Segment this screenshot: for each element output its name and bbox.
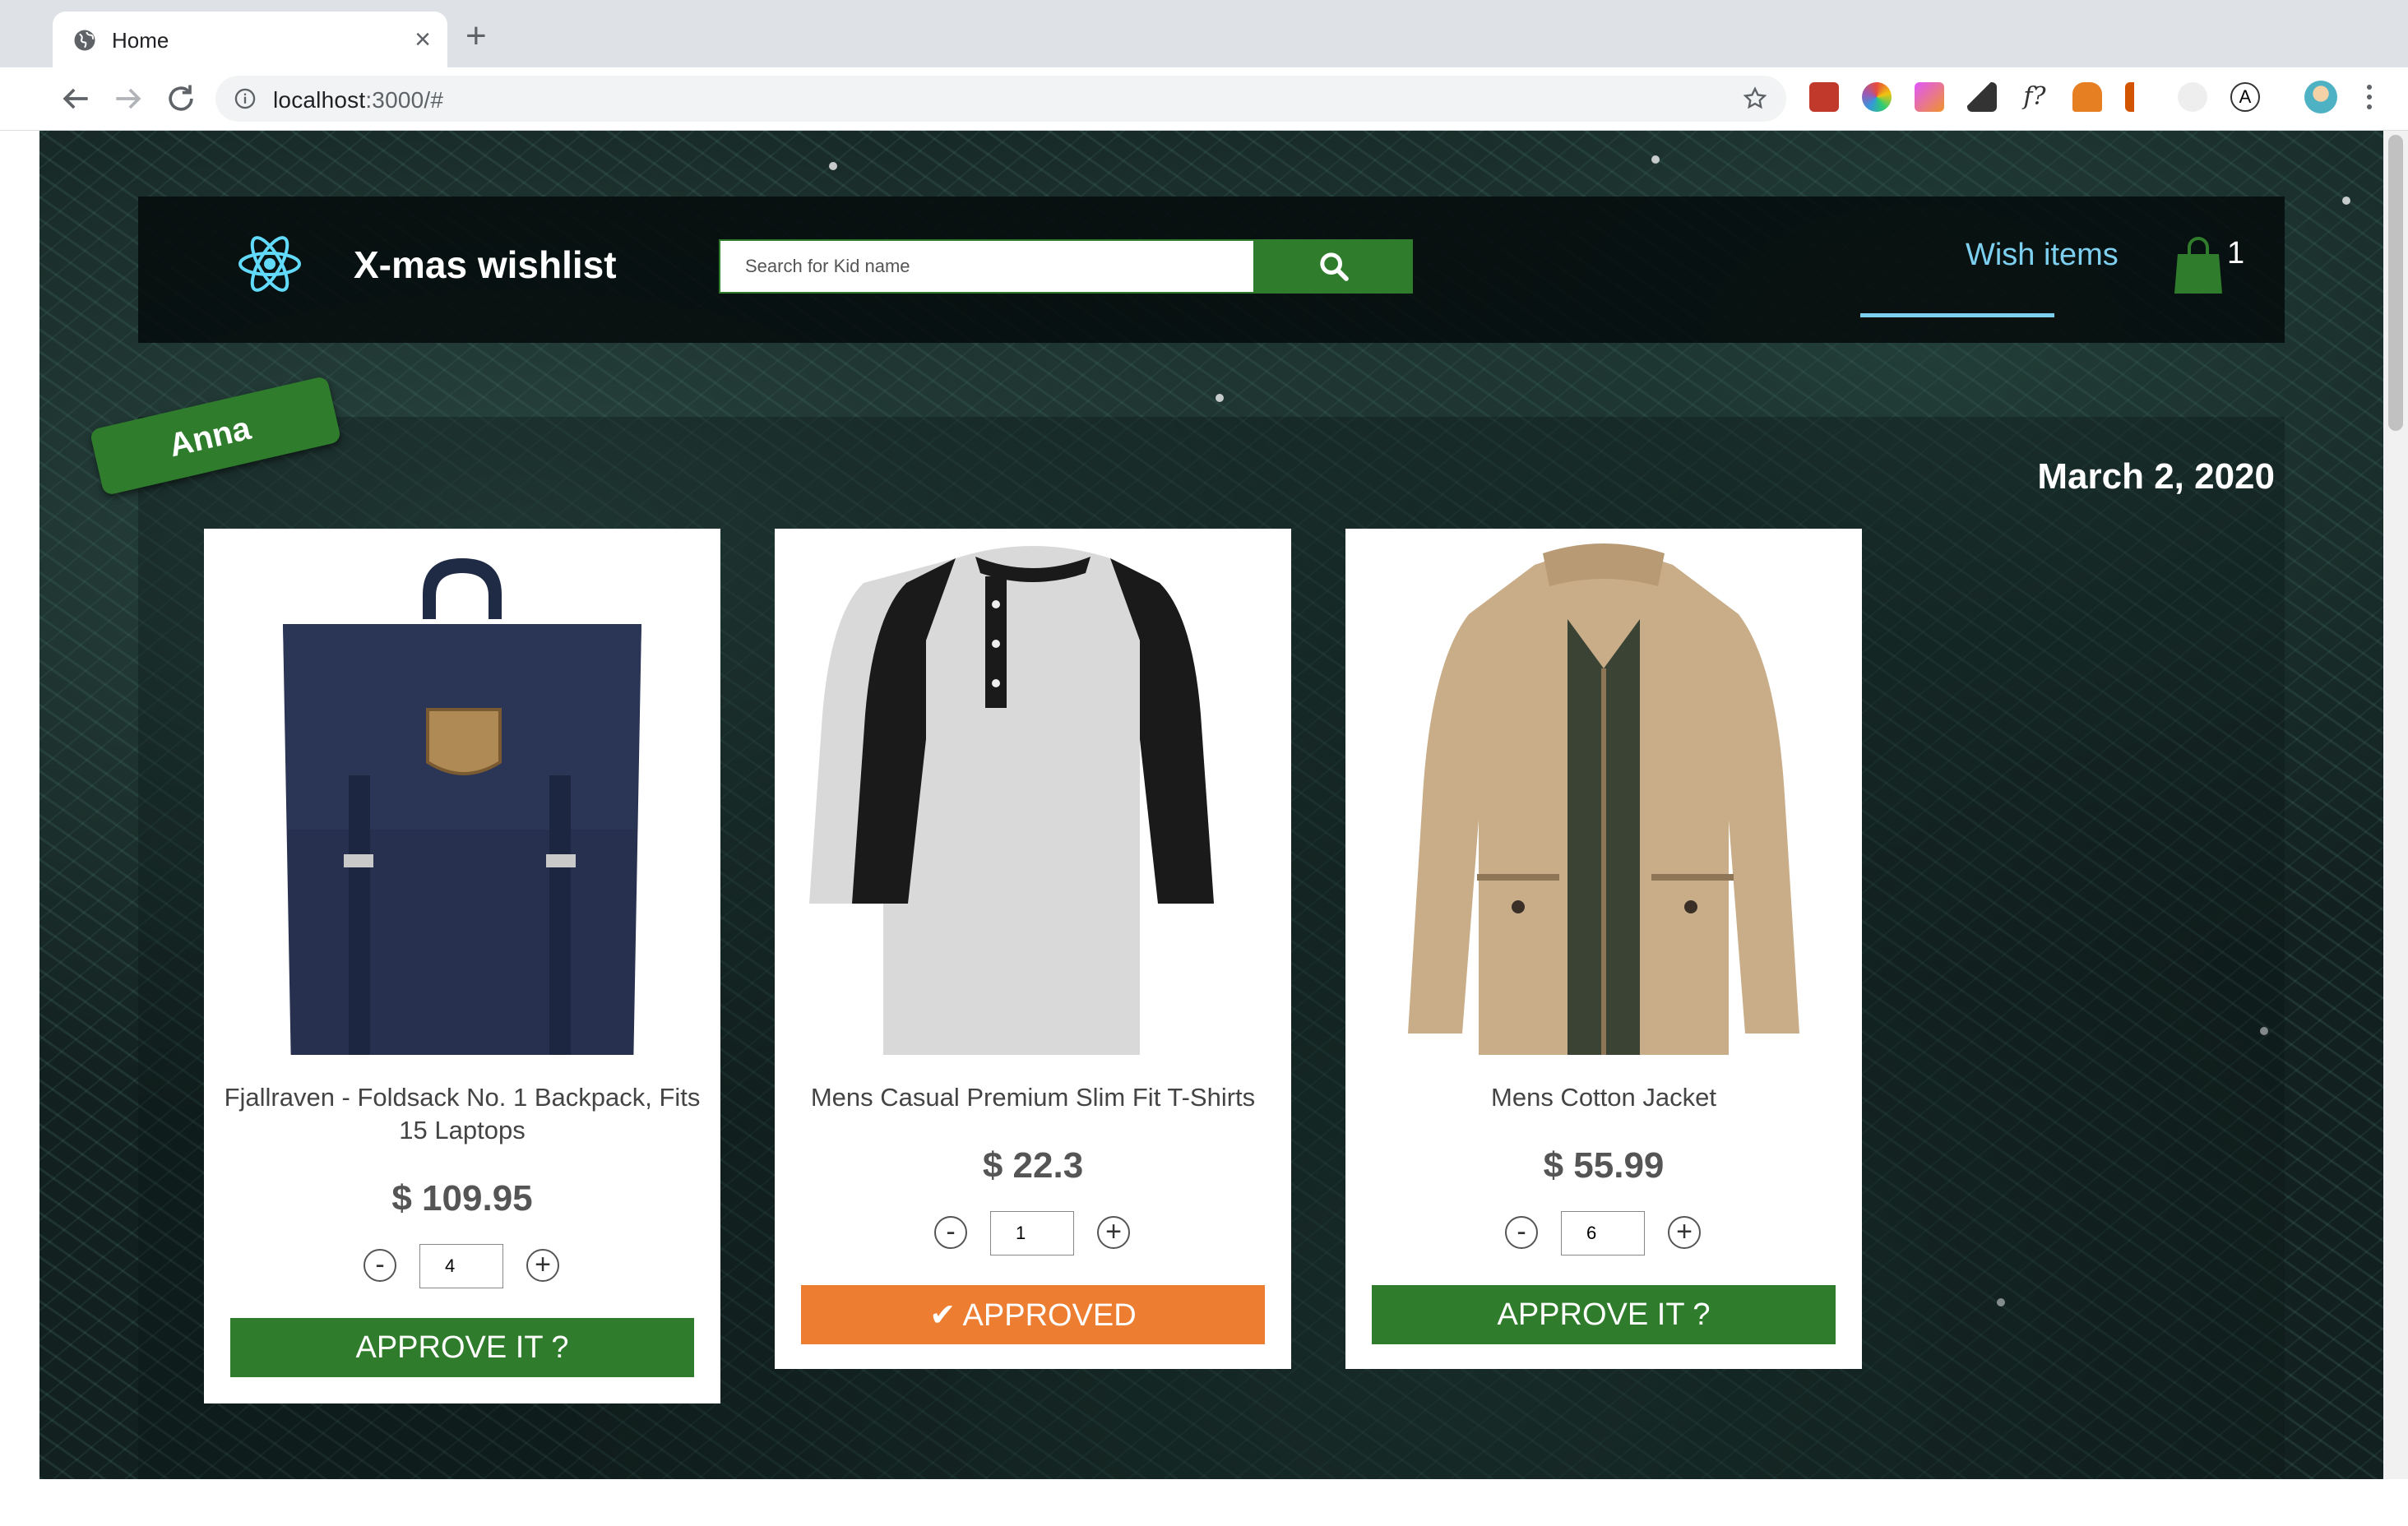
more-menu-icon[interactable] (2365, 82, 2373, 112)
product-price: $ 22.3 (982, 1145, 1084, 1186)
quantity-input[interactable] (1561, 1211, 1645, 1255)
product-title: Mens Casual Premium Slim Fit T-Shirts (810, 1083, 1256, 1112)
forward-arrow-icon[interactable] (110, 81, 146, 117)
url-text: localhost:3000/# (273, 87, 443, 113)
address-bar[interactable]: localhost:3000/# (215, 76, 1786, 122)
product-image-jacket (1345, 529, 1862, 1055)
quantity-stepper: - + (204, 1244, 720, 1290)
extension-icon[interactable]: A (2230, 82, 2260, 112)
new-tab-button[interactable]: + (465, 18, 487, 54)
nav-wish-items[interactable]: Wish items (1966, 238, 2119, 273)
back-arrow-icon[interactable] (58, 81, 94, 117)
product-card: Mens Cotton Jacket $ 55.99 - + APPROVE I… (1345, 529, 1862, 1369)
scrollbar-thumb[interactable] (2388, 135, 2403, 431)
url-path: :3000/# (365, 87, 444, 113)
snowflake (1651, 155, 1660, 164)
font-extension-icon[interactable]: f? (2020, 82, 2049, 112)
page-viewport: X-mas wishlist Wish items 1 Anna March 2… (39, 131, 2383, 1479)
bookmark-star-icon[interactable] (1742, 86, 1768, 112)
react-logo-icon (238, 236, 301, 292)
kid-search-input[interactable] (719, 239, 1255, 294)
quantity-input[interactable] (990, 1211, 1074, 1255)
quantity-stepper: - + (775, 1211, 1291, 1257)
quantity-stepper: - + (1345, 1211, 1862, 1257)
approve-button[interactable]: APPROVE IT ? (230, 1318, 694, 1377)
extension-icon[interactable] (2178, 82, 2207, 112)
profile-avatar[interactable] (2304, 81, 2337, 113)
product-title: Fjallraven - Foldsack No. 1 Backpack, Fi… (224, 1083, 701, 1144)
product-card: Mens Casual Premium Slim Fit T-Shirts $ … (775, 529, 1291, 1369)
extension-icon[interactable] (2125, 82, 2155, 112)
product-price: $ 109.95 (391, 1178, 533, 1218)
snowflake (829, 162, 837, 170)
search-icon (1320, 252, 1349, 281)
active-tab-underline (1860, 313, 2054, 317)
increase-quantity-button[interactable]: + (526, 1249, 559, 1282)
color-picker-extension-icon[interactable] (1862, 82, 1892, 112)
approved-button[interactable]: ✔ APPROVED (801, 1285, 1265, 1344)
extension-icon[interactable] (2072, 82, 2102, 112)
browser-tab[interactable]: Home × (53, 12, 447, 67)
snowflake (2342, 197, 2350, 205)
decrease-quantity-button[interactable]: - (934, 1216, 967, 1249)
product-image-backpack (204, 529, 720, 1055)
kid-name: Anna (165, 409, 254, 464)
close-tab-icon[interactable]: × (414, 23, 431, 56)
eyedropper-extension-icon[interactable] (1967, 82, 1997, 112)
browser-tabstrip: Home × + (0, 0, 2408, 67)
increase-quantity-button[interactable]: + (1668, 1216, 1701, 1249)
url-host: localhost (273, 87, 366, 113)
extension-icon[interactable] (1809, 82, 1839, 112)
increase-quantity-button[interactable]: + (1097, 1216, 1130, 1249)
info-icon[interactable] (234, 87, 257, 110)
shopping-bag-icon[interactable] (2173, 236, 2224, 295)
product-image-tshirt (775, 529, 1291, 1055)
cart-count: 1 (2227, 236, 2245, 271)
decrease-quantity-button[interactable]: - (1505, 1216, 1538, 1249)
globe-icon (74, 30, 95, 51)
wishlist-date: March 2, 2020 (2037, 456, 2275, 497)
search-button[interactable] (1255, 239, 1413, 294)
product-card: Fjallraven - Foldsack No. 1 Backpack, Fi… (204, 529, 720, 1403)
snowflake (1216, 394, 1224, 402)
gradient-extension-icon[interactable] (1915, 82, 1944, 112)
app-title: X-mas wishlist (354, 243, 617, 286)
quantity-input[interactable] (419, 1244, 503, 1288)
decrease-quantity-button[interactable]: - (364, 1249, 396, 1282)
product-price: $ 55.99 (1543, 1145, 1665, 1186)
app-header: X-mas wishlist Wish items 1 (138, 197, 2285, 343)
product-title: Mens Cotton Jacket (1491, 1083, 1716, 1112)
reload-icon[interactable] (163, 81, 199, 117)
approve-button[interactable]: APPROVE IT ? (1372, 1285, 1836, 1344)
tab-title: Home (112, 28, 169, 53)
